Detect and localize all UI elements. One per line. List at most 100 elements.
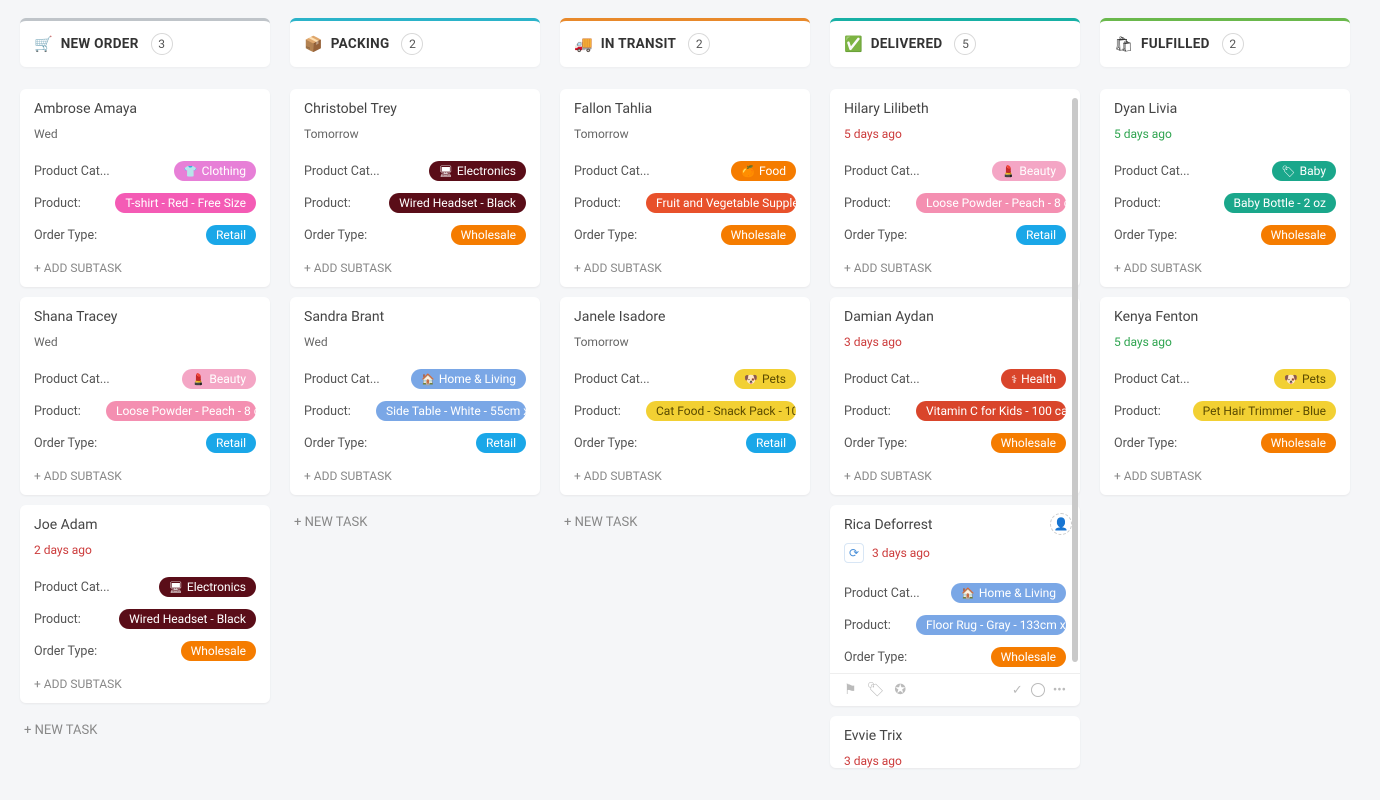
tag-text: Vitamin C for Kids - 100 ca...	[926, 404, 1066, 418]
add-subtask-button[interactable]: + ADD SUBTASK	[1100, 459, 1350, 495]
product-tag[interactable]: Fruit and Vegetable Supple...	[646, 193, 796, 213]
product-category-tag[interactable]: 🖥Electronics	[429, 161, 526, 181]
add-subtask-button[interactable]: + ADD SUBTASK	[20, 251, 270, 287]
product-tag[interactable]: Loose Powder - Peach - 8 g...	[106, 401, 256, 421]
product-category-tag[interactable]: 🖥Electronics	[159, 577, 256, 597]
task-card[interactable]: Dyan Livia5 days agoProduct Cat...🏷BabyP…	[1100, 89, 1350, 287]
product-category-tag[interactable]: 🏷Baby	[1272, 161, 1336, 181]
new-task-button[interactable]: + NEW TASK	[20, 713, 270, 748]
product-category-tag[interactable]: 👕Clothing	[174, 161, 256, 181]
add-subtask-button[interactable]: + ADD SUBTASK	[290, 459, 540, 495]
order-type-tag[interactable]: Wholesale	[991, 433, 1066, 453]
column-header[interactable]: 🛍FULFILLED2	[1100, 18, 1350, 67]
field-label: Product Cat...	[574, 372, 650, 387]
field-row: Order Type:Wholesale	[1114, 219, 1336, 251]
tag-text: Retail	[216, 436, 246, 450]
product-tag[interactable]: Floor Rug - Gray - 133cm x ...	[916, 615, 1066, 635]
task-card[interactable]: Ambrose AmayaWedProduct Cat...👕ClothingP…	[20, 89, 270, 287]
tag-text: Home & Living	[439, 372, 516, 386]
order-type-tag[interactable]: Wholesale	[1261, 225, 1336, 245]
star-icon[interactable]: ✪	[894, 682, 906, 698]
card-body: Dyan Livia5 days agoProduct Cat...🏷BabyP…	[1100, 89, 1350, 251]
product-tag[interactable]: T-shirt - Red - Free Size	[115, 193, 256, 213]
task-card[interactable]: Damian Aydan3 days agoProduct Cat...⚕Hea…	[830, 297, 1080, 495]
product-tag[interactable]: Cat Food - Snack Pack - 10...	[646, 401, 796, 421]
product-category-tag[interactable]: ⚕Health	[1001, 369, 1066, 389]
add-subtask-button[interactable]: + ADD SUBTASK	[560, 459, 810, 495]
add-subtask-button[interactable]: + ADD SUBTASK	[290, 251, 540, 287]
tag-text: Wholesale	[191, 644, 246, 658]
product-category-tag[interactable]: 💄Beauty	[992, 161, 1066, 181]
product-category-tag[interactable]: 🏠Home & Living	[411, 369, 526, 389]
product-category-tag[interactable]: 🐶Pets	[734, 369, 796, 389]
order-type-tag[interactable]: Retail	[206, 433, 256, 453]
product-tag[interactable]: Pet Hair Trimmer - Blue	[1193, 401, 1336, 421]
column-header[interactable]: 🚚IN TRANSIT2	[560, 18, 810, 67]
new-task-button[interactable]: + NEW TASK	[290, 505, 540, 540]
order-type-tag[interactable]: Wholesale	[1261, 433, 1336, 453]
more-icon[interactable]: •••	[1053, 683, 1066, 698]
field-row: Product:T-shirt - Red - Free Size	[34, 187, 256, 219]
order-type-tag[interactable]: Retail	[476, 433, 526, 453]
scrollbar[interactable]	[1072, 98, 1078, 662]
field-label: Product Cat...	[574, 164, 650, 179]
field-row: Order Type:Retail	[34, 219, 256, 251]
order-type-tag[interactable]: Wholesale	[451, 225, 526, 245]
order-type-tag[interactable]: Retail	[206, 225, 256, 245]
card-title: Fallon Tahlia	[574, 101, 796, 117]
task-card[interactable]: Rica Deforrest⟳3 days agoProduct Cat...🏠…	[830, 505, 1080, 706]
field-label: Product Cat...	[304, 372, 380, 387]
add-subtask-button[interactable]: + ADD SUBTASK	[1100, 251, 1350, 287]
task-card[interactable]: Evvie Trix3 days ago	[830, 716, 1080, 768]
column-title: IN TRANSIT	[601, 36, 677, 52]
field-row: Product Cat... 🍊Food	[574, 155, 796, 187]
add-subtask-button[interactable]: + ADD SUBTASK	[830, 459, 1080, 495]
tag-text: Electronics	[457, 164, 516, 178]
product-category-tag[interactable]: 🏠Home & Living	[951, 583, 1066, 603]
task-card[interactable]: Janele IsadoreTomorrowProduct Cat...🐶Pet…	[560, 297, 810, 495]
flag-icon[interactable]: ⚑	[844, 682, 857, 698]
add-subtask-button[interactable]: + ADD SUBTASK	[20, 459, 270, 495]
column-header[interactable]: 🛒NEW ORDER3	[20, 18, 270, 67]
field-label: Order Type:	[844, 436, 907, 451]
tag-text: Baby Bottle - 2 oz	[1234, 196, 1326, 210]
status-circle-icon[interactable]	[1031, 683, 1045, 697]
tag-icon[interactable]: 🏷	[867, 682, 885, 698]
add-subtask-button[interactable]: + ADD SUBTASK	[830, 251, 1080, 287]
assignee-placeholder-icon[interactable]: 👤	[1050, 513, 1072, 535]
check-icon[interactable]: ✓	[1012, 683, 1023, 698]
product-tag[interactable]: Loose Powder - Peach - 8 g...	[916, 193, 1066, 213]
task-card[interactable]: Hilary Lilibeth5 days agoProduct Cat...💄…	[830, 89, 1080, 287]
task-card[interactable]: Sandra BrantWedProduct Cat...🏠Home & Liv…	[290, 297, 540, 495]
column-title: DELIVERED	[871, 36, 943, 52]
order-type-tag[interactable]: Wholesale	[181, 641, 256, 661]
order-type-tag[interactable]: Wholesale	[991, 647, 1066, 667]
task-card[interactable]: Joe Adam2 days agoProduct Cat...🖥Electro…	[20, 505, 270, 703]
order-type-tag[interactable]: Retail	[746, 433, 796, 453]
product-tag[interactable]: Wired Headset - Black	[119, 609, 256, 629]
product-category-tag[interactable]: 💄Beauty	[182, 369, 256, 389]
task-card[interactable]: Fallon TahliaTomorrowProduct Cat...🍊Food…	[560, 89, 810, 287]
column-header[interactable]: 📦PACKING2	[290, 18, 540, 67]
task-card[interactable]: Shana TraceyWedProduct Cat...💄BeautyProd…	[20, 297, 270, 495]
field-label: Product Cat...	[844, 164, 920, 179]
product-tag[interactable]: Vitamin C for Kids - 100 ca...	[916, 401, 1066, 421]
new-task-button[interactable]: + NEW TASK	[560, 505, 810, 540]
task-card[interactable]: Kenya Fenton5 days agoProduct Cat...🐶Pet…	[1100, 297, 1350, 495]
column-header[interactable]: ✅DELIVERED5	[830, 18, 1080, 67]
product-category-tag[interactable]: 🍊Food	[731, 161, 796, 181]
add-subtask-button[interactable]: + ADD SUBTASK	[20, 667, 270, 703]
product-tag[interactable]: Side Table - White - 55cm x...	[376, 401, 526, 421]
order-type-tag[interactable]: Retail	[1016, 225, 1066, 245]
card-body: Shana TraceyWedProduct Cat...💄BeautyProd…	[20, 297, 270, 459]
field-label: Product:	[844, 404, 891, 419]
add-subtask-button[interactable]: + ADD SUBTASK	[560, 251, 810, 287]
card-date: 5 days ago	[844, 127, 1066, 141]
product-category-tag[interactable]: 🐶Pets	[1274, 369, 1336, 389]
task-card[interactable]: Christobel TreyTomorrowProduct Cat...🖥El…	[290, 89, 540, 287]
order-type-tag[interactable]: Wholesale	[721, 225, 796, 245]
field-row: Product Cat... 💄Beauty	[844, 155, 1066, 187]
product-tag[interactable]: Wired Headset - Black	[389, 193, 526, 213]
product-tag[interactable]: Baby Bottle - 2 oz	[1224, 193, 1336, 213]
card-date: Tomorrow	[304, 127, 526, 141]
